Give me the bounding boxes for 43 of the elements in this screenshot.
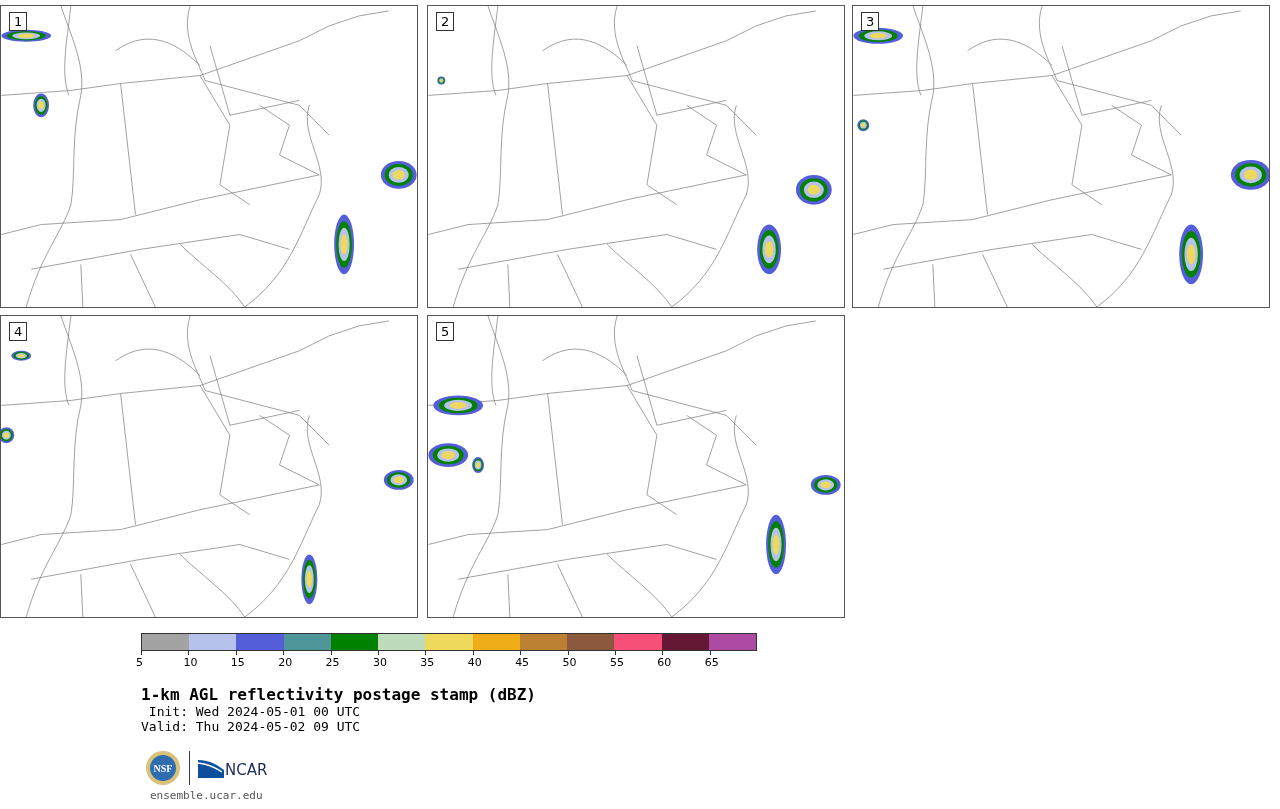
- valid-time: Valid: Thu 2024-05-02 09 UTC: [141, 719, 362, 734]
- website-url: ensemble.ucar.edu: [150, 789, 264, 802]
- tick-label: 30: [372, 656, 387, 669]
- panel-number: 1: [9, 12, 28, 31]
- panel-number: 5: [436, 322, 455, 341]
- tick-label: 55: [609, 656, 624, 669]
- radar-echo: [757, 224, 782, 275]
- panel-number: 4: [9, 322, 28, 341]
- tick-label: 65: [704, 656, 719, 669]
- radar-echo: [433, 395, 483, 416]
- radar-echo: [795, 174, 832, 205]
- radar-echo: [1, 427, 15, 444]
- init-time: Init: Wed 2024-05-01 00 UTC: [147, 704, 362, 719]
- tick-label: 10: [183, 656, 198, 669]
- tick-label: 25: [325, 656, 340, 669]
- radar-echo: [766, 514, 786, 575]
- chart-title: 1-km AGL reflectivity postage stamp (dBZ): [141, 685, 537, 704]
- tick-label: 15: [230, 656, 245, 669]
- radar-echo: [1230, 160, 1269, 190]
- tick-label: 60: [657, 656, 672, 669]
- radar-echo: [472, 457, 484, 473]
- tick-label: 50: [562, 656, 577, 669]
- radar-echo: [810, 474, 841, 495]
- radar-echo: [383, 470, 414, 490]
- panel-number: 2: [436, 12, 455, 31]
- tick-label: 40: [467, 656, 482, 669]
- tick-label: 20: [278, 656, 293, 669]
- tick-label: 45: [515, 656, 530, 669]
- radar-echo: [334, 214, 355, 275]
- radar-echo: [428, 443, 469, 467]
- radar-echo: [380, 160, 417, 189]
- radar-echo: [33, 93, 50, 118]
- radar-echo: [437, 76, 446, 85]
- tick-label: 5: [136, 656, 143, 669]
- tick-label: 35: [420, 656, 435, 669]
- nsf-logo: NSF: [145, 750, 181, 786]
- ncar-logo: NCAR: [198, 758, 268, 778]
- panel-number: 3: [861, 12, 880, 31]
- radar-echo: [1, 29, 52, 42]
- radar-echo: [857, 119, 870, 132]
- radar-echo: [1179, 224, 1204, 285]
- radar-echo: [11, 350, 32, 361]
- radar-echo: [301, 554, 318, 605]
